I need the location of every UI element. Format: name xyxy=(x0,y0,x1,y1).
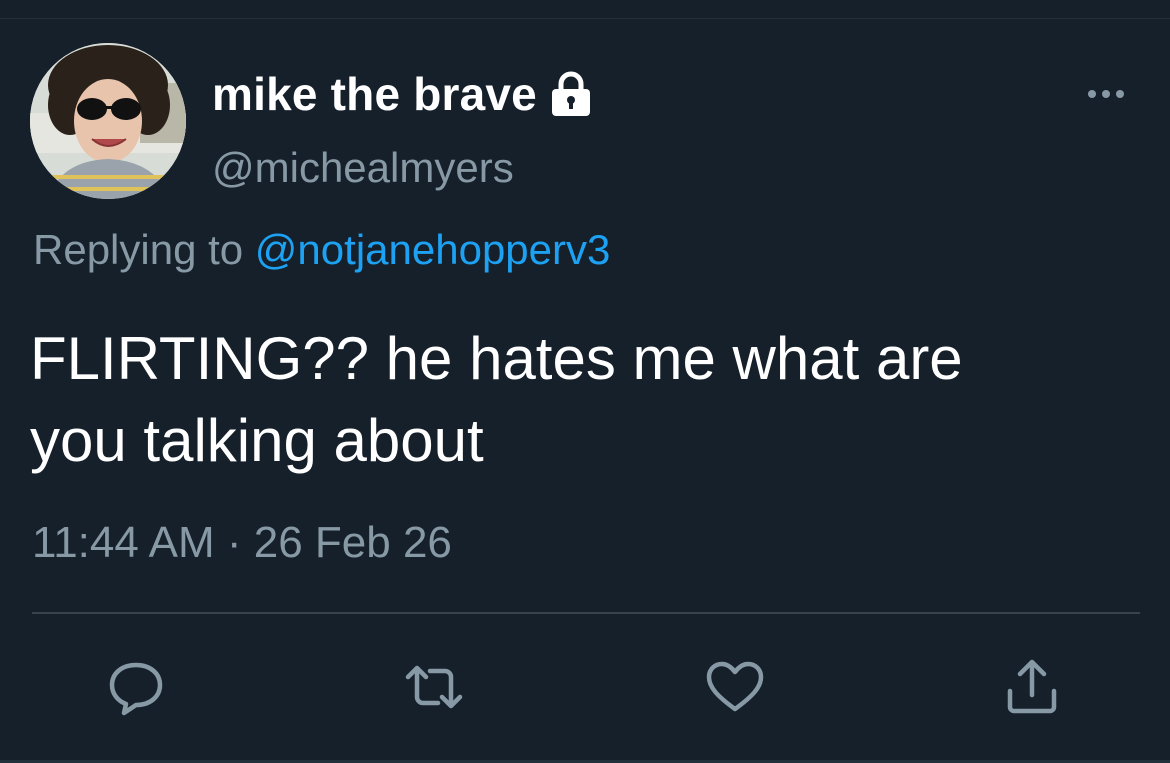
lock-icon xyxy=(547,70,595,118)
more-options-icon[interactable] xyxy=(1086,84,1126,104)
retweet-icon xyxy=(405,665,463,709)
tweet-detail: mike the brave @michealmyers Replying to… xyxy=(0,0,1170,763)
author-name-row: mike the brave xyxy=(212,66,595,122)
like-button[interactable] xyxy=(705,657,765,717)
replying-to: Replying to @notjanehopperv3 xyxy=(33,226,610,274)
share-icon xyxy=(1007,659,1057,714)
avatar[interactable] xyxy=(30,43,186,199)
author-handle[interactable]: @michealmyers xyxy=(212,144,514,192)
tweet-timestamp[interactable]: 11:44 AM · 26 Feb 26 xyxy=(32,518,452,568)
retweet-button[interactable] xyxy=(404,657,464,717)
tweet-text: FLIRTING?? he hates me what are you talk… xyxy=(30,318,1130,482)
tweet-text-line: you talking about xyxy=(30,407,484,474)
share-button[interactable] xyxy=(1002,657,1062,717)
actions-divider xyxy=(32,612,1140,614)
display-name[interactable]: mike the brave xyxy=(212,67,537,121)
reply-icon xyxy=(109,662,163,716)
avatar-photo xyxy=(30,43,186,199)
heart-icon xyxy=(706,661,764,712)
replying-to-label: Replying to xyxy=(33,226,255,273)
top-divider xyxy=(0,18,1170,19)
reply-button[interactable] xyxy=(106,657,166,717)
tweet-text-line: FLIRTING?? he hates me what are xyxy=(30,325,963,392)
reply-target-link[interactable]: @notjanehopperv3 xyxy=(255,226,611,273)
